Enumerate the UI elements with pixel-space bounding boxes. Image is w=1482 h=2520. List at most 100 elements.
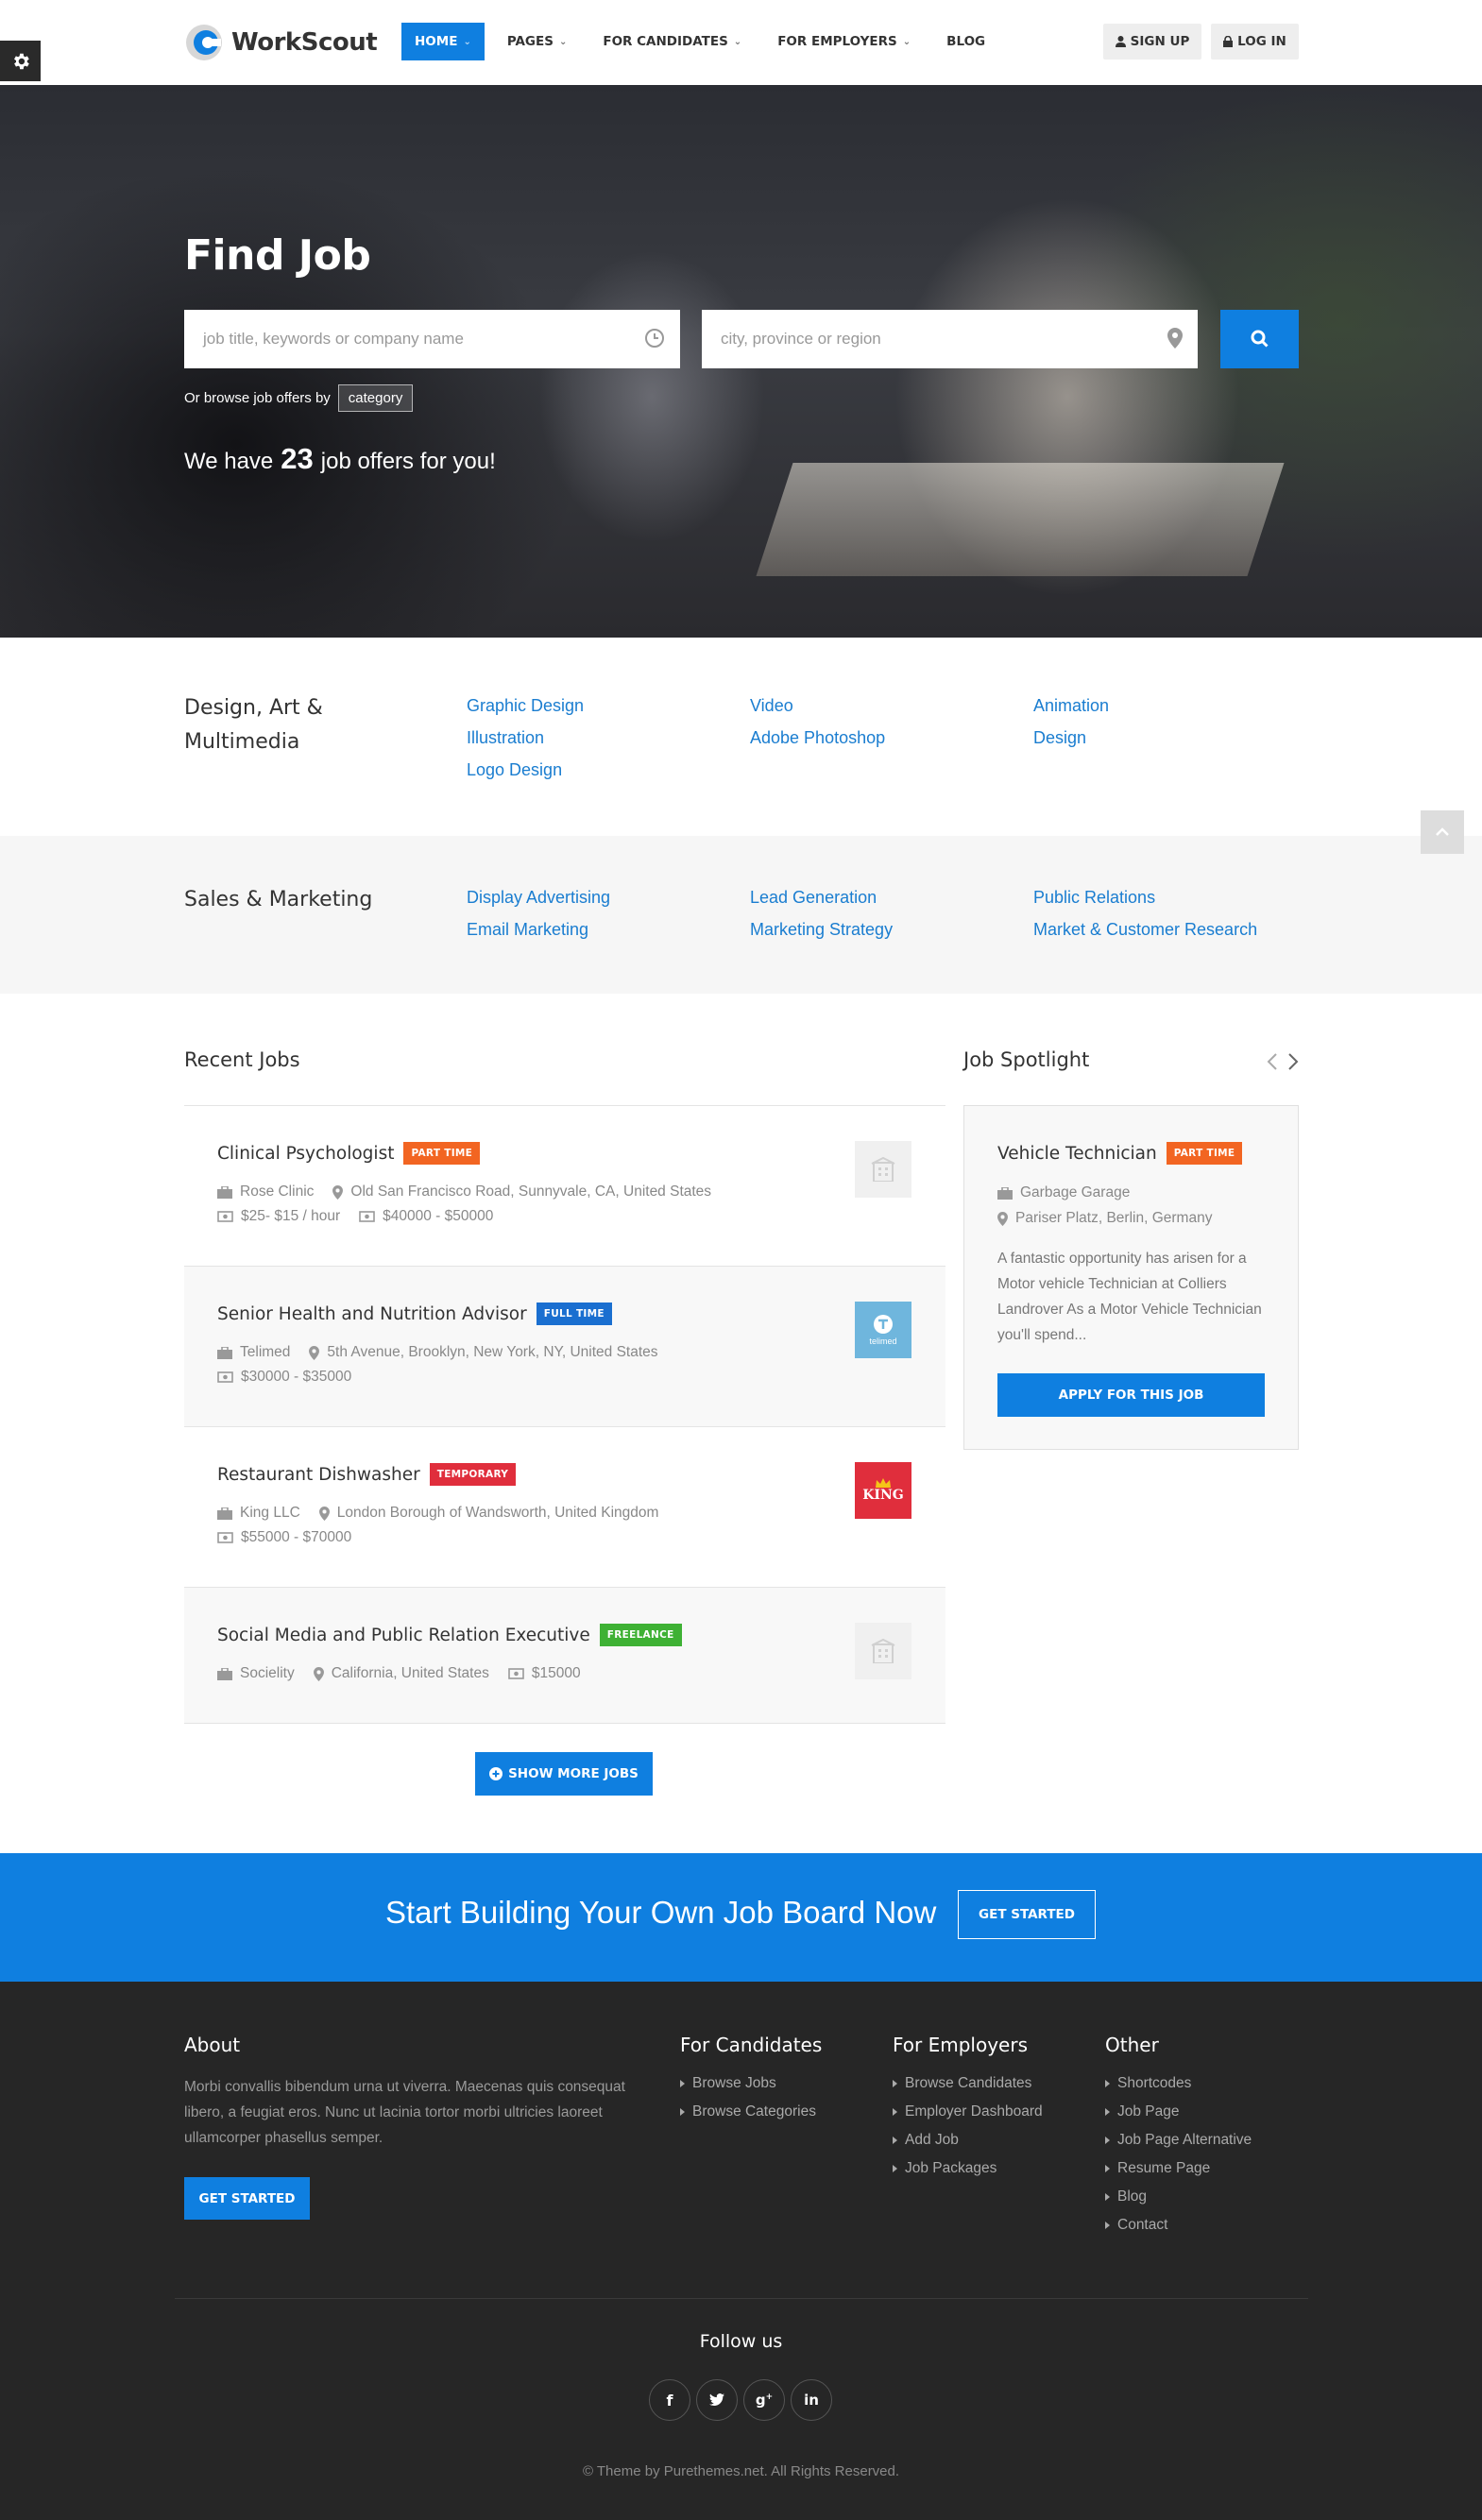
sign-up-label: SIGN UP [1130,34,1190,49]
user-icon [1115,36,1126,47]
site-footer: About Morbi convallis bibendum urna ut v… [0,1982,1482,2520]
apply-for-job-button[interactable]: APPLY FOR THIS JOB [997,1373,1265,1417]
footer-links-employers: Browse Candidates Employer Dashboard Add… [893,2069,1043,2183]
job-title-text: Social Media and Public Relation Executi… [217,1625,590,1645]
map-pin-icon [997,1211,1008,1226]
job-listing[interactable]: Restaurant Dishwasher TEMPORARY King LLC… [184,1426,945,1587]
log-in-button[interactable]: LOG IN [1211,24,1299,60]
twitter-icon [709,2393,724,2407]
briefcase-icon [217,1346,232,1359]
category-link[interactable]: Lead Generation [750,888,877,908]
job-salary: $40000 - $50000 [383,1208,494,1224]
telimed-logo-text: telimed [869,1337,897,1346]
nav-item-for-employers[interactable]: FOR EMPLOYERS ⌄ [764,23,924,60]
keywords-search-input[interactable]: job title, keywords or company name [184,310,680,368]
footer-link[interactable]: Job Packages [893,2154,1043,2183]
map-pin-icon [309,1345,320,1360]
linkedin-icon: in [804,2392,819,2409]
category-link[interactable]: Animation [1033,696,1109,716]
job-title[interactable]: Clinical Psychologist PART TIME [217,1142,481,1165]
footer-link[interactable]: Browse Categories [680,2098,816,2126]
job-spotlight-card: Vehicle Technician PART TIME Garbage Gar… [963,1105,1299,1450]
spotlight-next-button[interactable] [1287,1052,1299,1076]
settings-gear-button[interactable] [0,41,41,81]
show-more-label: SHOW MORE JOBS [508,1766,639,1781]
category-row-design: Design, Art & Multimedia Graphic Design … [0,638,1482,836]
category-link[interactable]: Public Relations [1033,888,1155,908]
company-name: Rose Clinic [240,1183,315,1200]
nav-item-blog[interactable]: BLOG [933,23,998,60]
footer-link[interactable]: Job Page [1105,2098,1252,2126]
nav-item-home[interactable]: HOME ⌄ [401,23,485,60]
job-title-text: Senior Health and Nutrition Advisor [217,1303,527,1324]
show-more-jobs-button[interactable]: SHOW MORE JOBS [475,1752,653,1796]
job-listing[interactable]: Senior Health and Nutrition Advisor FULL… [184,1266,945,1426]
company-logo-placeholder [855,1623,911,1679]
category-tag-link[interactable]: category [337,384,414,412]
footer-link[interactable]: Contact [1105,2211,1252,2239]
spotlight-job-title[interactable]: Vehicle Technician PART TIME [997,1142,1243,1165]
job-rate: $25- $15 / hour [241,1208,341,1224]
footer-get-started-button[interactable]: GET STARTED [184,2177,310,2220]
footer-about-text: Morbi convallis bibendum urna ut viverra… [184,2079,625,2146]
search-button[interactable] [1220,310,1299,368]
category-link[interactable]: Graphic Design [467,696,584,716]
facebook-icon: f [666,2391,673,2409]
footer-column-title: Other [1105,2034,1159,2056]
location-placeholder: city, province or region [721,330,881,348]
category-link[interactable]: Video [750,696,793,716]
footer-divider [175,2298,1308,2299]
chevron-left-icon [1267,1053,1277,1070]
money-icon [217,1532,233,1543]
footer-links-candidates: Browse Jobs Browse Categories [680,2069,816,2126]
chevron-down-icon: ⌄ [733,36,742,47]
job-title[interactable]: Senior Health and Nutrition Advisor FULL… [217,1303,612,1325]
offers-suffix: job offers for you! [320,449,496,474]
category-link[interactable]: Marketing Strategy [750,920,893,940]
chevron-down-icon: ⌄ [558,36,568,47]
location-search-input[interactable]: city, province or region [702,310,1198,368]
category-link[interactable]: Adobe Photoshop [750,728,885,748]
footer-link[interactable]: Resume Page [1105,2154,1252,2183]
cta-get-started-button[interactable]: GET STARTED [958,1890,1096,1939]
browse-prefix: Or browse job offers by [184,390,331,406]
linkedin-button[interactable]: in [791,2379,832,2421]
footer-link[interactable]: Shortcodes [1105,2069,1252,2098]
category-link[interactable]: Logo Design [467,760,562,780]
job-meta: $25- $15 / hour $40000 - $50000 [217,1208,512,1225]
google-plus-button[interactable]: g+ [743,2379,785,2421]
job-title[interactable]: Social Media and Public Relation Executi… [217,1624,682,1646]
facebook-button[interactable]: f [649,2379,690,2421]
job-listing[interactable]: Social Media and Public Relation Executi… [184,1587,945,1724]
spotlight-prev-button[interactable] [1267,1052,1278,1076]
copyright-text: © Theme by Purethemes.net. All Rights Re… [582,2463,900,2479]
nav-label: BLOG [946,34,986,49]
back-to-top-button[interactable] [1421,810,1464,854]
job-meta: King LLC London Borough of Wandsworth, U… [217,1505,677,1522]
telimed-logo-icon [874,1315,893,1334]
king-logo-text: KING [862,1488,904,1503]
footer-link[interactable]: Employer Dashboard [893,2098,1043,2126]
footer-link[interactable]: Job Page Alternative [1105,2126,1252,2154]
logo[interactable]: WorkScout [184,21,378,64]
footer-link[interactable]: Browse Jobs [680,2069,816,2098]
nav-item-for-candidates[interactable]: FOR CANDIDATES ⌄ [589,23,755,60]
sign-up-button[interactable]: SIGN UP [1103,24,1201,60]
footer-link[interactable]: Browse Candidates [893,2069,1043,2098]
job-listing[interactable]: Clinical Psychologist PART TIME Rose Cli… [184,1105,945,1266]
job-title[interactable]: Restaurant Dishwasher TEMPORARY [217,1463,517,1486]
lock-icon [1223,36,1234,47]
category-link[interactable]: Email Marketing [467,920,588,940]
twitter-button[interactable] [696,2379,738,2421]
job-type-badge: PART TIME [403,1142,481,1165]
footer-link[interactable]: Add Job [893,2126,1043,2154]
offers-number: 23 [281,442,314,475]
job-location: California, United States [331,1665,489,1681]
footer-link[interactable]: Blog [1105,2183,1252,2211]
nav-item-pages[interactable]: PAGES ⌄ [494,23,581,60]
category-link[interactable]: Display Advertising [467,888,610,908]
google-plus-icon: g+ [755,2392,774,2409]
category-link[interactable]: Illustration [467,728,544,748]
category-link[interactable]: Design [1033,728,1086,748]
category-link[interactable]: Market & Customer Research [1033,920,1257,940]
